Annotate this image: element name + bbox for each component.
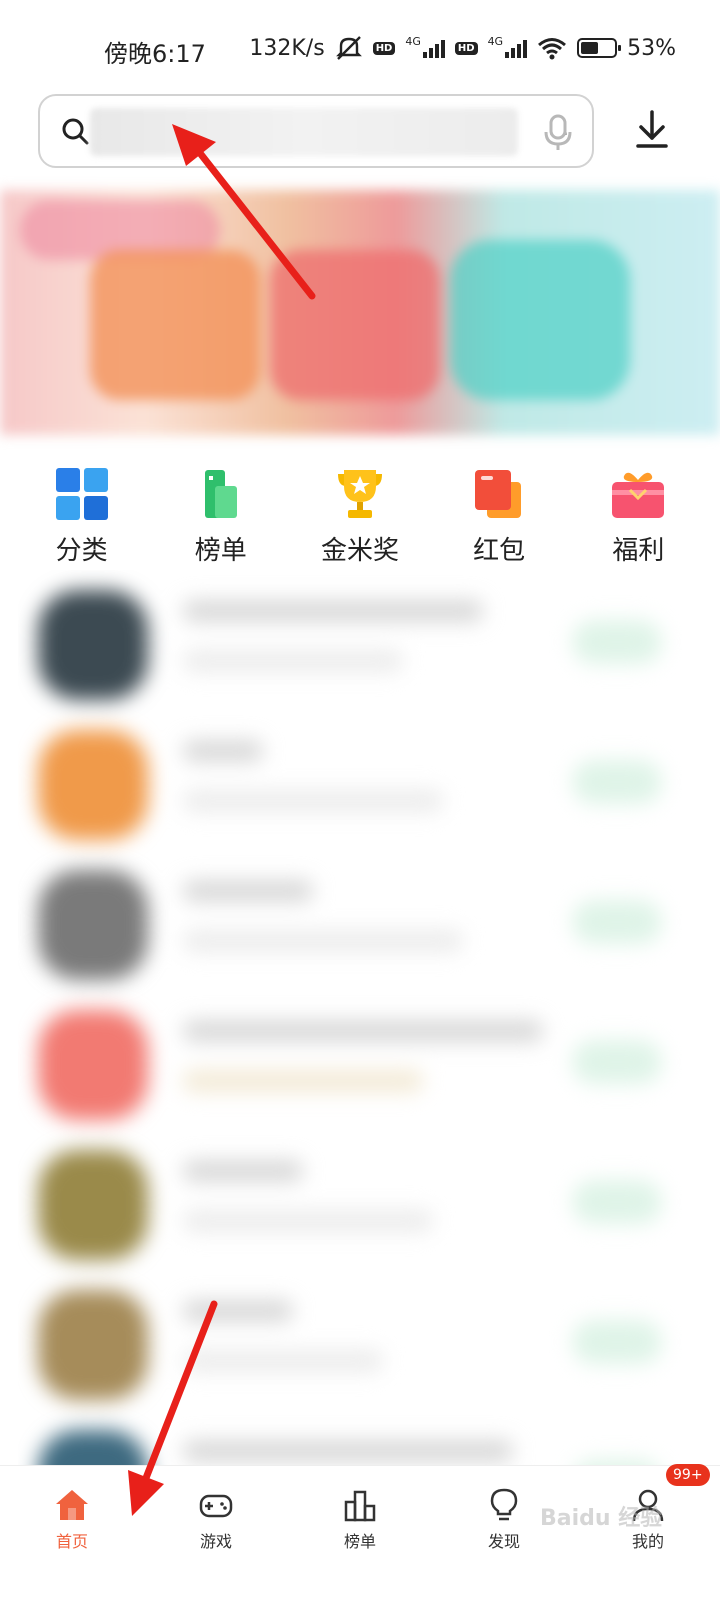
- install-button[interactable]: [572, 1180, 662, 1224]
- app-list: [18, 570, 682, 1465]
- hd-icon-2: HD: [454, 41, 478, 55]
- battery-percent: 53%: [627, 35, 676, 61]
- app-title-blurred: [183, 1020, 543, 1042]
- ranking-bars-icon: [344, 1490, 376, 1522]
- install-button[interactable]: [572, 1320, 662, 1364]
- install-button[interactable]: [572, 900, 662, 944]
- quick-nav-label: 金米奖: [320, 536, 399, 566]
- quick-nav-label: 红包: [473, 536, 526, 566]
- battery-icon: [577, 38, 622, 58]
- quick-nav-label: 分类: [55, 536, 108, 566]
- download-icon[interactable]: [630, 108, 674, 152]
- tab-games[interactable]: 游戏: [144, 1466, 288, 1600]
- app-icon: [38, 730, 148, 840]
- app-desc-blurred: [183, 650, 403, 672]
- app-icon: [38, 1010, 148, 1120]
- list-item[interactable]: [18, 1410, 682, 1465]
- gamepad-icon: [199, 1494, 233, 1518]
- wifi-icon: [538, 38, 567, 60]
- app-title-blurred: [183, 740, 263, 762]
- banner-shape: [270, 250, 440, 400]
- search-placeholder-blurred: [90, 108, 518, 156]
- quick-nav-gift[interactable]: 福利: [583, 452, 693, 567]
- notification-badge: 99+: [666, 1464, 710, 1486]
- list-item[interactable]: [18, 1270, 682, 1410]
- quick-nav-ranking[interactable]: 榜单: [166, 452, 276, 567]
- promo-banner[interactable]: [0, 190, 720, 435]
- list-item[interactable]: [18, 990, 682, 1130]
- tab-mine[interactable]: 99+ 我的: [576, 1464, 720, 1600]
- bottom-nav: 首页 游戏 榜单 发现 99+ 我的: [0, 1464, 720, 1600]
- app-title-blurred: [183, 880, 313, 902]
- tab-label: 首页: [55, 1532, 88, 1551]
- lightbulb-icon: [490, 1488, 518, 1521]
- app-desc-blurred: [183, 1210, 433, 1232]
- net-speed: 132K/s: [249, 35, 325, 61]
- list-item[interactable]: [18, 710, 682, 850]
- tab-discover[interactable]: 发现: [432, 1466, 576, 1600]
- list-item[interactable]: [18, 850, 682, 990]
- quick-nav-label: 福利: [612, 536, 665, 566]
- status-icons: 132K/s HD 4G HD 4G 53%: [249, 32, 676, 64]
- app-icon: [38, 1150, 148, 1260]
- app-desc-blurred: [183, 1070, 423, 1092]
- status-time: 傍晚6:17: [104, 40, 206, 68]
- app-icon: [38, 1290, 148, 1400]
- ranking-icon: [204, 470, 237, 518]
- list-item[interactable]: [18, 570, 682, 710]
- install-button[interactable]: [572, 760, 662, 804]
- app-icon: [38, 590, 148, 700]
- install-button[interactable]: [572, 1040, 662, 1084]
- app-desc-blurred: [183, 930, 463, 952]
- app-title-blurred: [183, 1440, 513, 1462]
- hd-icon: HD: [372, 41, 396, 55]
- app-desc-blurred: [183, 790, 443, 812]
- tab-rank[interactable]: 榜单: [288, 1466, 432, 1600]
- signal-icon: [422, 38, 445, 58]
- search-icon: [62, 118, 89, 145]
- app-icon: [38, 1430, 148, 1465]
- category-icon: [55, 468, 108, 520]
- home-icon: [56, 1490, 88, 1520]
- quick-nav-label: 榜单: [194, 536, 247, 566]
- list-item[interactable]: [18, 1130, 682, 1270]
- install-button[interactable]: [572, 620, 662, 664]
- quick-nav-trophy[interactable]: 金米奖: [305, 452, 415, 567]
- banner-shape: [450, 240, 630, 400]
- app-title-blurred: [183, 1160, 303, 1182]
- app-desc-blurred: [183, 1350, 383, 1372]
- red-packet-icon: [475, 470, 522, 518]
- status-bar: 傍晚6:17 132K/s HD 4G HD 4G 53%: [0, 0, 720, 96]
- app-icon: [38, 870, 148, 980]
- network-label: 4G: [405, 34, 421, 48]
- tab-label: 游戏: [199, 1532, 232, 1551]
- tab-label: 榜单: [343, 1532, 376, 1551]
- app-title-blurred: [183, 1300, 293, 1322]
- quick-nav-category[interactable]: 分类: [27, 452, 137, 567]
- watermark: Baidu 经验: [540, 1506, 663, 1531]
- banner-shape: [90, 250, 260, 400]
- tab-home[interactable]: 首页: [0, 1466, 144, 1600]
- trophy-icon: [337, 470, 382, 518]
- signal-icon-2: [505, 38, 528, 58]
- gift-icon: [612, 472, 665, 518]
- network-label-2: 4G: [487, 34, 504, 48]
- mute-icon: [335, 36, 362, 60]
- microphone-icon[interactable]: [540, 112, 576, 152]
- search-input[interactable]: . .: [38, 94, 594, 168]
- quick-nav: 分类 榜单 金米奖 红包 福利: [0, 452, 720, 567]
- app-title-blurred: [183, 600, 483, 622]
- quick-nav-red-packet[interactable]: 红包: [444, 452, 554, 567]
- tab-label: 发现: [487, 1532, 520, 1551]
